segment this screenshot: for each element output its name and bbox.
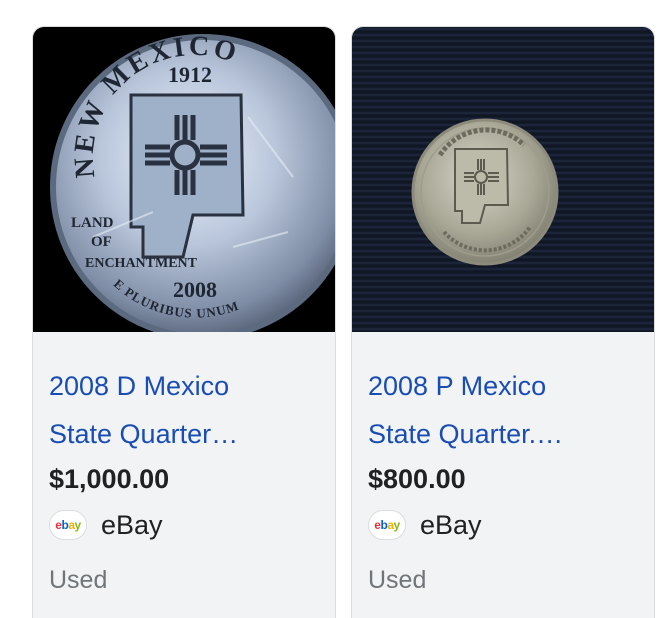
product-info: 2008 P Mexico State Quarter.… $800.00 eb… — [352, 332, 654, 618]
coin-left-text-3: ENCHANTMENT — [85, 256, 198, 271]
coin-bottom-year: 2008 — [173, 277, 217, 302]
product-title-line-1: 2008 P Mexico — [368, 371, 547, 401]
product-condition: Used — [368, 566, 427, 594]
product-price: $800.00 — [368, 464, 466, 494]
product-condition: Used — [49, 566, 108, 594]
ebay-logo-letter: y — [74, 518, 82, 532]
product-title-line-2: State Quarter.… — [368, 419, 564, 449]
product-info: 2008 D Mexico State Quarter… $1,000.00 e… — [33, 332, 335, 618]
ebay-logo-icon: ebay — [49, 510, 87, 540]
ebay-logo-letter: y — [393, 518, 401, 532]
coin-year-text: 1912 — [168, 62, 212, 87]
coin-left-text-2: OF — [91, 234, 112, 250]
product-thumbnail[interactable]: NEW MEXICO 1912 LAND OF ENCHANTMENT 2008… — [33, 27, 335, 332]
coin-on-fabric-image — [352, 27, 654, 332]
seller-name: eBay — [420, 509, 482, 540]
coin-closeup-image: NEW MEXICO 1912 LAND OF ENCHANTMENT 2008… — [33, 27, 335, 332]
product-price: $1,000.00 — [49, 464, 170, 494]
product-title-link[interactable]: 2008 D Mexico State Quarter… — [49, 362, 319, 458]
product-title-line-2: State Quarter… — [49, 419, 239, 449]
product-card[interactable]: NEW MEXICO 1912 LAND OF ENCHANTMENT 2008… — [32, 26, 336, 618]
seller-row: ebay eBay — [368, 508, 654, 542]
product-card[interactable]: 2008 P Mexico State Quarter.… $800.00 eb… — [351, 26, 655, 618]
shopping-results-viewport: NEW MEXICO 1912 LAND OF ENCHANTMENT 2008… — [0, 0, 664, 618]
seller-name: eBay — [101, 509, 163, 540]
product-title-link[interactable]: 2008 P Mexico State Quarter.… — [368, 362, 638, 458]
product-thumbnail[interactable] — [352, 27, 654, 332]
ebay-logo-letter: b — [61, 518, 69, 532]
coin-left-text-1: LAND — [71, 215, 114, 231]
product-title-line-1: 2008 D Mexico — [49, 371, 230, 401]
seller-row: ebay eBay — [49, 508, 335, 542]
ebay-logo-letter: b — [380, 518, 388, 532]
ebay-logo-icon: ebay — [368, 510, 406, 540]
